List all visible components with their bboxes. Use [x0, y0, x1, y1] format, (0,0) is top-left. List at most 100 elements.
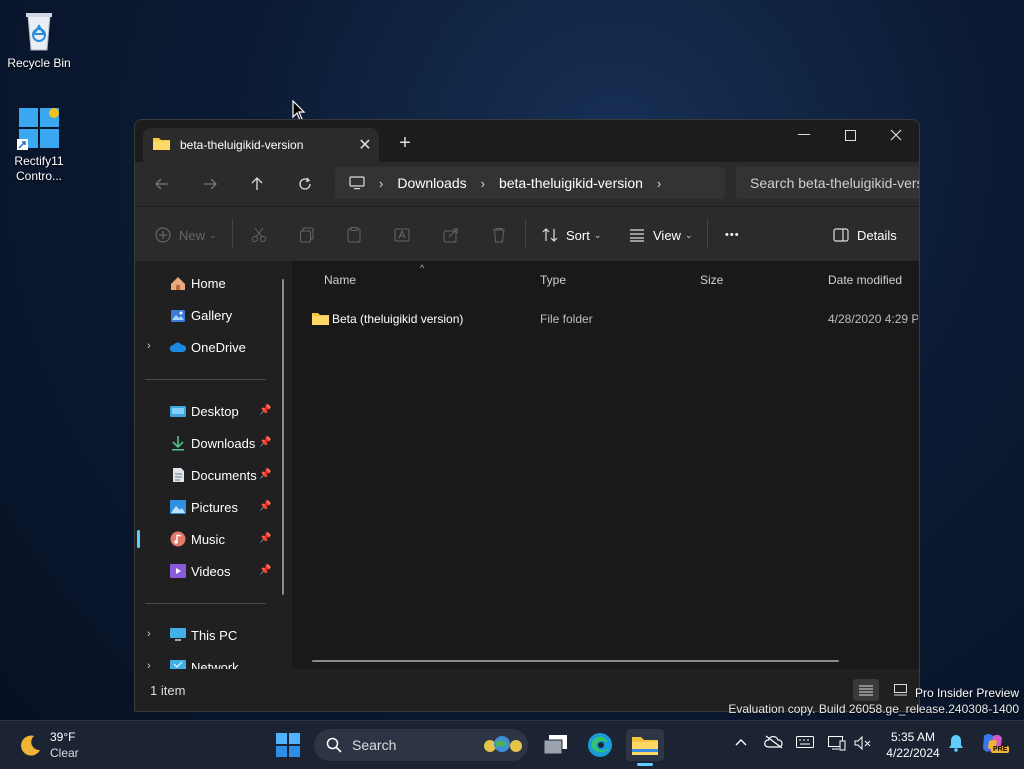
search-input[interactable]: Search beta-theluigikid-version [736, 167, 919, 199]
navigation-scrollbar[interactable] [282, 279, 284, 595]
download-icon [169, 435, 187, 451]
paste-button[interactable] [346, 221, 362, 249]
sort-button-label: Sort [566, 227, 590, 243]
divider [145, 603, 266, 604]
column-header-date-modified[interactable]: Date modified [828, 273, 902, 287]
clock-date: 4/22/2024 [886, 746, 940, 760]
minimize-button[interactable] [781, 120, 827, 150]
divider [145, 379, 266, 380]
more-options-button[interactable]: ••• [725, 221, 740, 249]
column-header-size[interactable]: Size [700, 273, 723, 287]
file-list: ^ Name Type Size Date modified Beta (the… [292, 261, 919, 669]
chevron-right-icon[interactable]: › [481, 176, 485, 191]
desktop-icon-label: Recycle Bin [7, 56, 71, 70]
cut-button[interactable] [251, 221, 267, 249]
sidebar-item-this-pc[interactable]: This PC [169, 620, 279, 650]
sidebar-item-label: Desktop [191, 403, 239, 419]
view-icon [630, 229, 644, 242]
folder-icon [153, 136, 170, 155]
cloud-icon [169, 339, 187, 355]
weather-widget[interactable]: 39°F Clear [18, 729, 98, 761]
new-tab-button[interactable]: + [393, 132, 417, 155]
notification-bell-icon[interactable] [948, 734, 964, 755]
edge-button[interactable] [584, 729, 616, 761]
copy-button[interactable] [299, 221, 315, 249]
chevron-down-icon: ⌄ [593, 229, 602, 240]
clock[interactable]: 5:35 AM 4/22/2024 [870, 729, 956, 761]
tab-title: beta-theluigikid-version [180, 138, 304, 152]
network-display-icon[interactable] [828, 735, 846, 754]
divider [232, 219, 233, 249]
item-count: 1 item [150, 683, 186, 698]
weather-temp: 39°F [50, 730, 76, 744]
column-header-name[interactable]: Name [324, 273, 356, 287]
chevron-right-icon[interactable]: › [147, 340, 151, 352]
file-explorer-icon [632, 737, 658, 755]
details-pane-icon [833, 228, 849, 242]
task-view-button[interactable] [540, 729, 572, 761]
up-button[interactable] [242, 170, 272, 198]
keyboard-icon[interactable] [796, 735, 814, 752]
file-explorer-button[interactable] [626, 729, 664, 761]
desktop-icon-recycle-bin[interactable]: Recycle Bin [1, 8, 77, 71]
tiles-view-button[interactable] [889, 679, 911, 701]
pin-icon: 📌 [259, 565, 272, 576]
view-button[interactable]: View ⌄ [629, 221, 693, 249]
pin-icon: 📌 [259, 501, 272, 512]
new-button[interactable]: New ⌄ [155, 221, 217, 249]
column-header-type[interactable]: Type [540, 273, 566, 287]
close-tab-icon[interactable]: ✕ [351, 135, 379, 155]
close-window-button[interactable] [873, 120, 919, 150]
home-icon [169, 275, 187, 291]
chevron-right-icon[interactable]: › [147, 628, 151, 640]
sidebar-item-label: Pictures [191, 499, 238, 515]
copilot-icon [983, 734, 1002, 753]
breadcrumb-item-current[interactable]: beta-theluigikid-version [499, 175, 643, 191]
start-button[interactable] [272, 729, 304, 761]
chevron-up-icon[interactable] [734, 735, 748, 752]
copilot-button[interactable]: PRE [980, 731, 1010, 757]
details-pane-button[interactable]: Details [833, 221, 897, 249]
sort-icon [542, 228, 558, 242]
arrow-up-icon [251, 177, 263, 190]
share-icon [443, 228, 458, 243]
refresh-icon [299, 177, 311, 190]
this-pc-icon[interactable] [349, 176, 365, 190]
arrow-left-icon [155, 178, 168, 190]
onedrive-offline-icon[interactable] [764, 735, 784, 752]
sidebar-item-gallery[interactable]: Gallery [169, 300, 279, 330]
chevron-right-icon[interactable]: › [379, 176, 383, 191]
pin-icon: 📌 [259, 533, 272, 544]
tab-active[interactable]: beta-theluigikid-version ✕ [143, 128, 379, 162]
breadcrumb[interactable]: › Downloads › beta-theluigikid-version › [335, 167, 725, 199]
taskbar-search-label: Search [352, 737, 397, 753]
maximize-button[interactable] [827, 120, 873, 150]
pin-icon: 📌 [259, 405, 272, 416]
desktop-icon-rectify11[interactable]: Rectify11 Contro... [1, 106, 77, 184]
taskbar: 39°F Clear Search 5:35 AM 4/22/2024 PRE [0, 720, 1024, 769]
pictures-icon [169, 499, 187, 515]
sidebar-item-label: Downloads [191, 435, 256, 451]
table-row[interactable]: Beta (theluigikid version) File folder 4… [312, 309, 919, 331]
forward-button[interactable] [195, 170, 225, 198]
task-view-icon [543, 735, 567, 755]
edge-icon [588, 733, 612, 757]
details-view-button[interactable] [853, 679, 879, 701]
file-type: File folder [540, 312, 593, 326]
back-button[interactable] [147, 170, 177, 198]
refresh-button[interactable] [290, 170, 320, 198]
desktop-icon-label-line1: Rectify11 [14, 154, 64, 168]
delete-button[interactable] [491, 221, 507, 249]
breadcrumb-item-downloads[interactable]: Downloads [397, 175, 466, 191]
chevron-right-icon[interactable]: › [657, 176, 661, 191]
horizontal-scrollbar[interactable] [312, 660, 839, 662]
details-button-label: Details [857, 227, 897, 243]
rename-button[interactable] [394, 221, 410, 249]
search-icon [326, 737, 342, 753]
divider [707, 219, 708, 249]
sidebar-item-onedrive[interactable]: OneDrive [169, 332, 279, 362]
sort-button[interactable]: Sort ⌄ [542, 221, 601, 249]
share-button[interactable] [443, 221, 459, 249]
taskbar-search[interactable]: Search [314, 729, 528, 761]
sidebar-item-home[interactable]: Home [169, 268, 279, 298]
